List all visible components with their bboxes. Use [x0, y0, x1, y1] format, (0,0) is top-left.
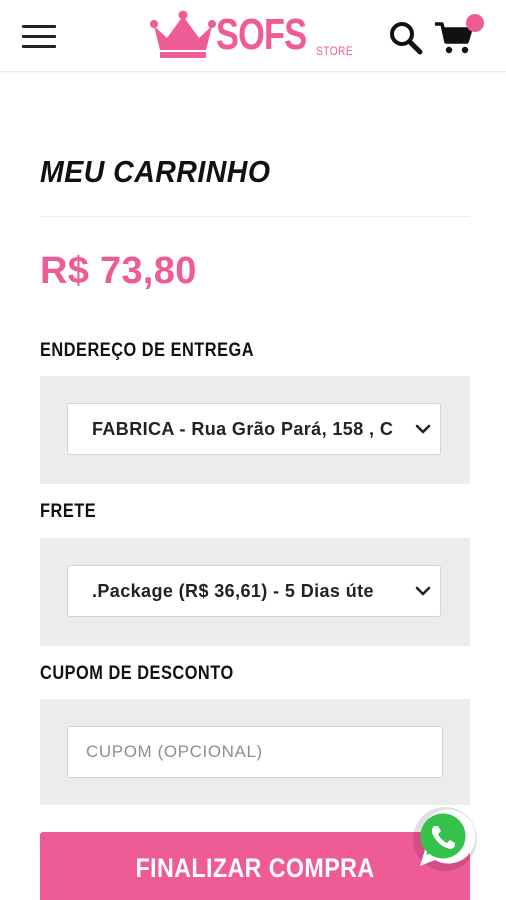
checkout-button[interactable]: FINALIZAR COMPRA: [40, 832, 470, 900]
search-icon[interactable]: [388, 20, 424, 56]
cart-badge: [466, 14, 484, 32]
shipping-selected-value: .Package (R$ 36,61) - 5 Dias úte: [92, 581, 374, 601]
coupon-panel: [40, 699, 470, 805]
crown-icon: [150, 10, 216, 58]
address-selected-value: FABRICA - Rua Grão Pará, 158 , C: [92, 419, 394, 439]
store-logo[interactable]: SOFS STORE: [150, 8, 360, 62]
shipping-panel: .Package (R$ 36,61) - 5 Dias úte: [40, 538, 470, 646]
chevron-down-icon: [415, 586, 431, 596]
brand-name: SOFS: [216, 10, 307, 59]
address-label: ENDEREÇO DE ENTREGA: [40, 340, 255, 361]
whatsapp-icon[interactable]: [408, 802, 480, 874]
address-select[interactable]: FABRICA - Rua Grão Pará, 158 , C: [67, 403, 441, 455]
title-divider: [40, 216, 470, 217]
top-bar: SOFS STORE: [0, 0, 506, 72]
shipping-select[interactable]: .Package (R$ 36,61) - 5 Dias úte: [67, 565, 441, 617]
coupon-input[interactable]: [67, 726, 443, 778]
cart-total: R$ 73,80: [40, 250, 197, 292]
page-title: MEU CARRINHO: [40, 154, 271, 189]
checkout-button-label: FINALIZAR COMPRA: [135, 853, 375, 883]
chevron-down-icon: [415, 424, 431, 434]
shipping-label: FRETE: [40, 501, 97, 522]
hamburger-menu-icon[interactable]: [22, 24, 56, 50]
address-panel: FABRICA - Rua Grão Pará, 158 , C: [40, 376, 470, 484]
coupon-label: CUPOM DE DESCONTO: [40, 663, 234, 684]
brand-subtitle: STORE: [316, 44, 354, 58]
